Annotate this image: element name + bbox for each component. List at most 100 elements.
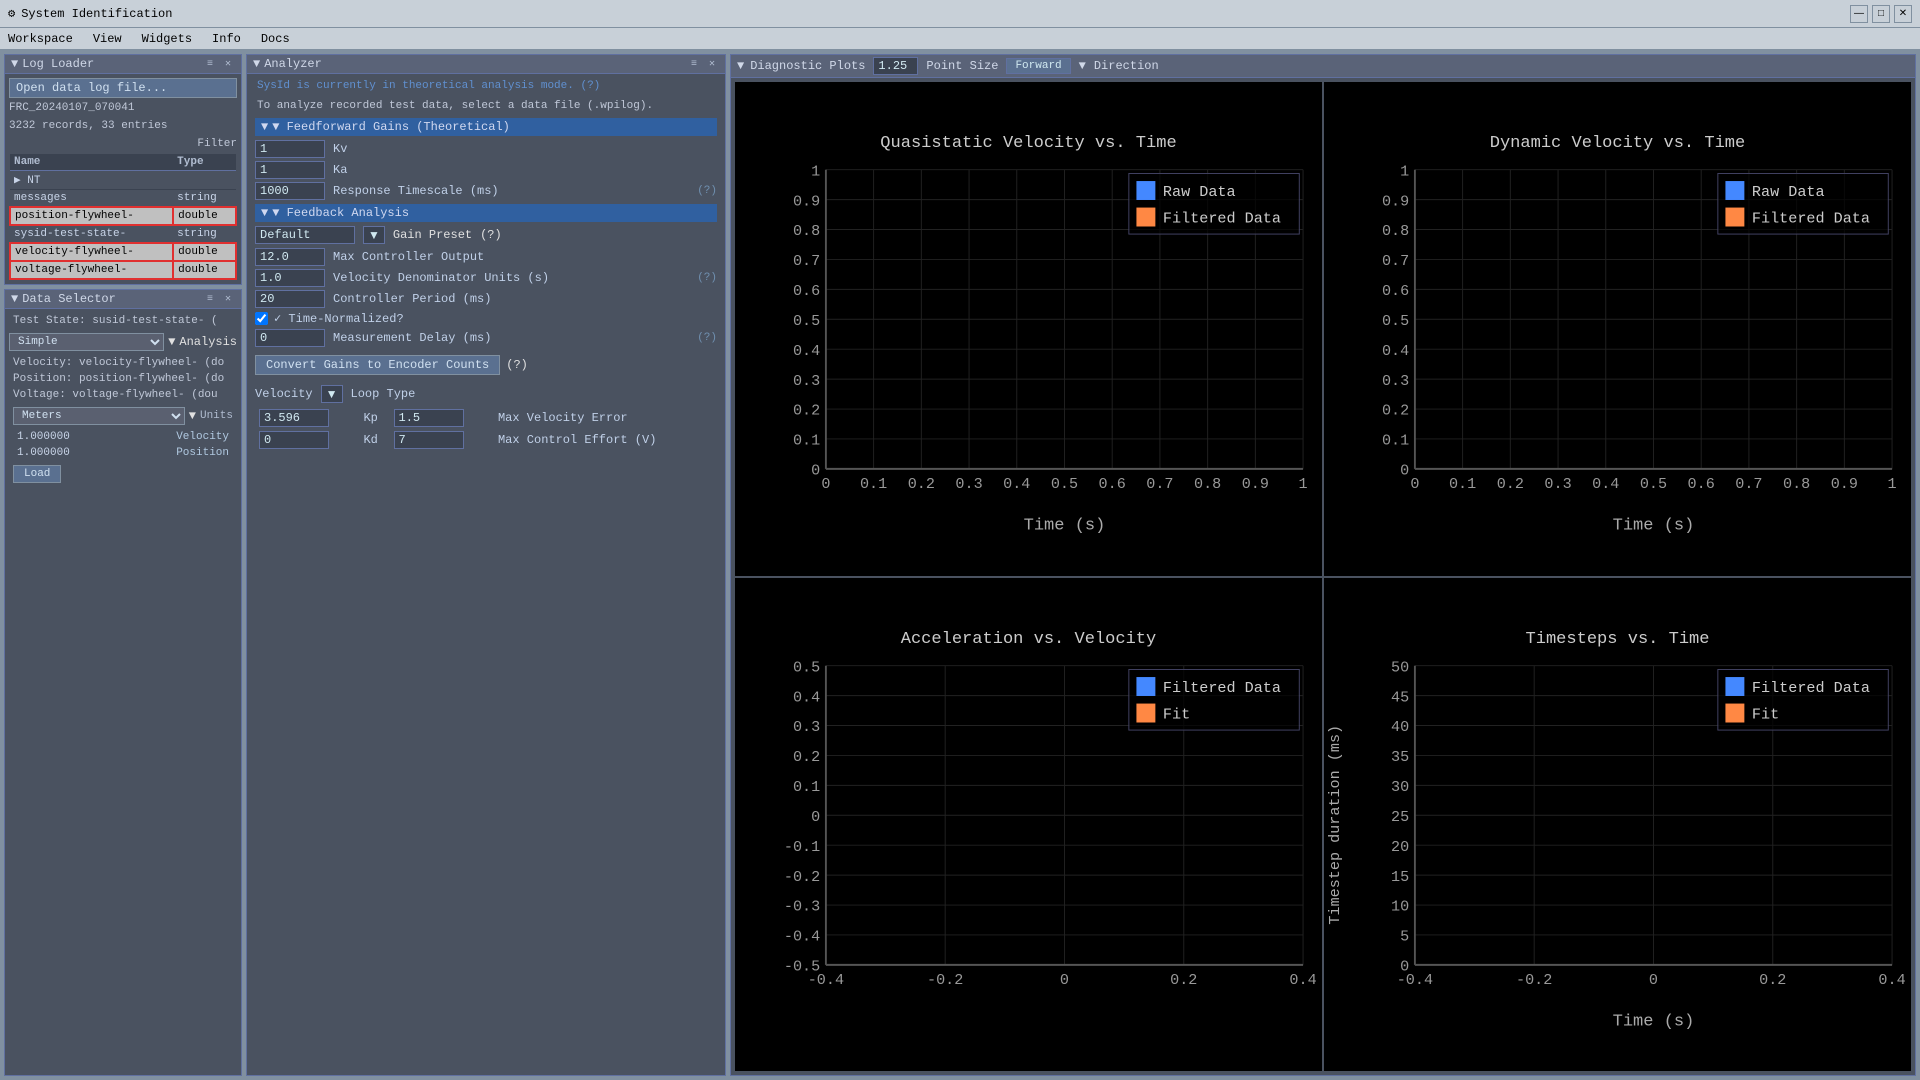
- loop-type-title: Loop Type: [351, 387, 416, 401]
- gain-preset-label: Gain Preset: [393, 228, 472, 242]
- svg-text:0.5: 0.5: [793, 658, 820, 676]
- analysis-label: Analysis: [179, 335, 237, 349]
- controller-period-input[interactable]: [255, 290, 325, 308]
- svg-text:Filtered Data: Filtered Data: [1752, 679, 1870, 697]
- svg-text:0.5: 0.5: [1382, 312, 1409, 330]
- log-type-cell: string: [173, 225, 236, 243]
- menu-view[interactable]: View: [89, 32, 126, 46]
- analyzer-title: Analyzer: [264, 57, 322, 71]
- units-select[interactable]: Meters: [13, 407, 185, 425]
- log-type-cell: string: [173, 190, 236, 208]
- units-dropdown-icon: ▼: [189, 409, 196, 423]
- diag-header: ▼ Diagnostic Plots Point Size Forward ▼ …: [731, 55, 1915, 78]
- vel-denom-help[interactable]: (?): [697, 272, 717, 284]
- analyzer-content: SysId is currently in theoretical analys…: [247, 74, 725, 1075]
- ds-field-info: Position: position-flywheel- (do: [9, 371, 237, 387]
- response-timescale-help[interactable]: (?): [697, 185, 717, 197]
- max-effort-input[interactable]: [394, 431, 464, 449]
- loop-type-dropdown[interactable]: ▼: [321, 385, 343, 403]
- vel-denom-input[interactable]: [255, 269, 325, 287]
- minimize-button[interactable]: —: [1850, 5, 1868, 23]
- max-controller-input[interactable]: [255, 248, 325, 266]
- plots-grid: 00.10.20.30.40.50.60.70.80.9100.10.20.30…: [731, 78, 1915, 1075]
- time-normalized-row: ✓ Time-Normalized?: [255, 311, 717, 326]
- time-normalized-checkbox[interactable]: [255, 312, 268, 325]
- diag-title: Diagnostic Plots: [750, 59, 865, 73]
- svg-text:Fit: Fit: [1752, 705, 1779, 723]
- log-type-cell: [173, 171, 236, 190]
- gain-preset-row: ▼ Gain Preset (?): [255, 226, 717, 244]
- log-loader-controls: ≡ ✕: [203, 57, 235, 71]
- sysid-help[interactable]: (?): [580, 80, 600, 92]
- svg-text:5: 5: [1400, 927, 1409, 945]
- response-timescale-row: Response Timescale (ms) (?): [255, 182, 717, 200]
- load-button[interactable]: Load: [13, 465, 61, 483]
- direction-triangle: ▼: [1079, 59, 1086, 73]
- menu-widgets[interactable]: Widgets: [138, 32, 196, 46]
- menu-workspace[interactable]: Workspace: [4, 32, 77, 46]
- measurement-delay-input[interactable]: [255, 329, 325, 347]
- log-name-cell: messages: [10, 190, 173, 208]
- log-loader-menu-icon[interactable]: ≡: [203, 57, 217, 71]
- loop-type-label: Velocity: [255, 387, 313, 401]
- analyzer-close-icon[interactable]: ✕: [705, 57, 719, 71]
- data-selector-menu-icon[interactable]: ≡: [203, 292, 217, 306]
- log-loader-close-icon[interactable]: ✕: [221, 57, 235, 71]
- feedback-label: ▼ Feedback Analysis: [272, 206, 409, 220]
- svg-text:0: 0: [811, 462, 820, 480]
- ka-input[interactable]: [255, 161, 325, 179]
- measurement-delay-help[interactable]: (?): [697, 332, 717, 344]
- svg-text:Quasistatic Velocity vs. Time: Quasistatic Velocity vs. Time: [880, 134, 1176, 153]
- log-type-cell: double: [173, 261, 236, 279]
- kv-input[interactable]: [255, 140, 325, 158]
- max-controller-label: Max Controller Output: [333, 250, 717, 264]
- close-button[interactable]: ✕: [1894, 5, 1912, 23]
- menu-info[interactable]: Info: [208, 32, 245, 46]
- loop-gains-table: Kp Max Velocity Error Kd Max Control Eff…: [255, 407, 717, 451]
- data-selector-controls: ≡ ✕: [203, 292, 235, 306]
- feedforward-header[interactable]: ▼ ▼ Feedforward Gains (Theoretical): [255, 118, 717, 136]
- plot-container-1: 00.10.20.30.40.50.60.70.80.9100.10.20.30…: [1324, 82, 1911, 576]
- svg-text:0.2: 0.2: [793, 402, 820, 420]
- svg-text:0.2: 0.2: [1382, 402, 1409, 420]
- svg-text:Filtered Data: Filtered Data: [1163, 210, 1281, 228]
- svg-text:0.3: 0.3: [793, 718, 820, 736]
- kp-input[interactable]: [259, 409, 329, 427]
- data-selector-close-icon[interactable]: ✕: [221, 292, 235, 306]
- ds-fields: Velocity: velocity-flywheel- (doPosition…: [9, 355, 237, 403]
- kd-row: Kd Max Control Effort (V): [255, 429, 717, 451]
- max-vel-error-input[interactable]: [394, 409, 464, 427]
- svg-text:0.3: 0.3: [1382, 372, 1409, 390]
- feedback-header[interactable]: ▼ ▼ Feedback Analysis: [255, 204, 717, 222]
- plot-container-0: 00.10.20.30.40.50.60.70.80.9100.10.20.30…: [735, 82, 1322, 576]
- analysis-type-select[interactable]: Simple: [9, 333, 164, 351]
- title-bar: ⚙ System Identification — □ ✕: [0, 0, 1920, 28]
- gain-preset-input[interactable]: [255, 226, 355, 244]
- analyzer-menu-icon[interactable]: ≡: [687, 57, 701, 71]
- log-name-cell: position-flywheel-: [10, 207, 173, 225]
- analyzer-triangle: ▼: [253, 57, 260, 71]
- gain-preset-dropdown[interactable]: ▼: [363, 226, 385, 244]
- svg-text:-0.2: -0.2: [784, 867, 820, 885]
- gain-preset-help[interactable]: (?): [480, 228, 502, 242]
- menu-docs[interactable]: Docs: [257, 32, 294, 46]
- log-name-cell: ▶ NT: [10, 171, 173, 190]
- svg-text:1: 1: [1400, 162, 1409, 180]
- log-type-cell: double: [173, 207, 236, 225]
- ds-entries-table: 1.000000Velocity1.000000Position: [13, 429, 233, 461]
- point-size-input[interactable]: [873, 57, 918, 75]
- menu-bar: Workspace View Widgets Info Docs: [0, 28, 1920, 50]
- kd-input[interactable]: [259, 431, 329, 449]
- convert-gains-button[interactable]: Convert Gains to Encoder Counts: [255, 355, 500, 375]
- log-loader-panel: ▼ Log Loader ≡ ✕ Open data log file... F…: [4, 54, 242, 285]
- forward-button[interactable]: Forward: [1006, 58, 1070, 74]
- svg-text:0.8: 0.8: [1382, 222, 1409, 240]
- open-log-button[interactable]: Open data log file...: [9, 78, 237, 98]
- svg-text:1: 1: [1299, 475, 1308, 493]
- maximize-button[interactable]: □: [1872, 5, 1890, 23]
- log-loader-triangle: ▼: [11, 57, 18, 71]
- convert-help[interactable]: (?): [506, 358, 528, 372]
- log-name-cell: sysid-test-state-: [10, 225, 173, 243]
- svg-text:0.7: 0.7: [1382, 252, 1409, 270]
- response-timescale-input[interactable]: [255, 182, 325, 200]
